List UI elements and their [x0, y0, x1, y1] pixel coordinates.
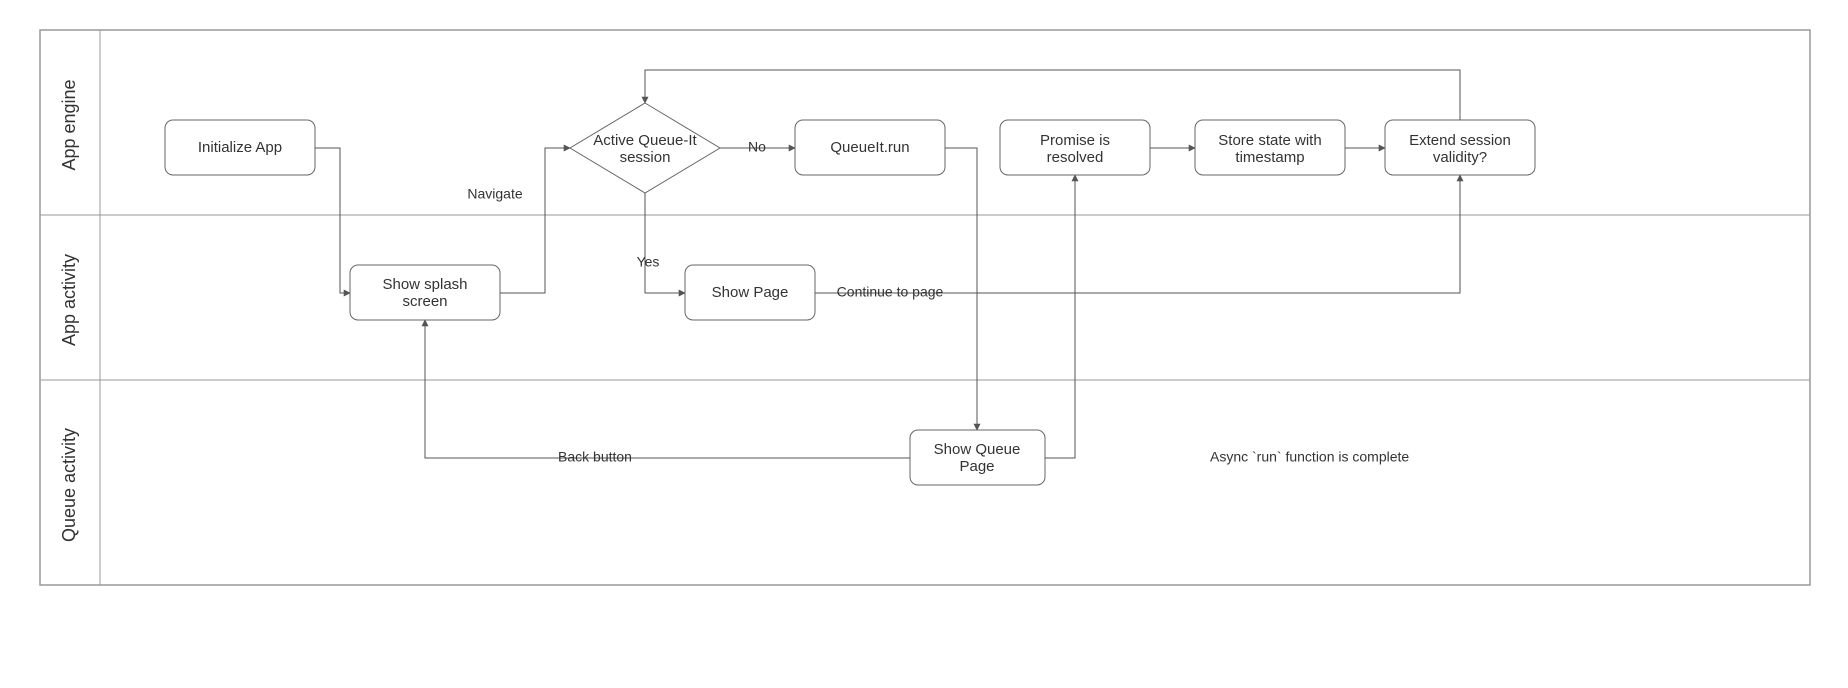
edge-run-to-queuepage	[945, 148, 977, 430]
svg-text:Extend session: Extend session	[1409, 132, 1511, 149]
edge-decision-yes	[645, 193, 685, 293]
node-queueit-run: QueueIt.run	[795, 120, 945, 175]
node-show-page: Show Page	[685, 265, 815, 320]
edge-label-async: Async `run` function is complete	[1210, 449, 1409, 465]
svg-text:QueueIt.run: QueueIt.run	[830, 139, 909, 156]
edge-queuepage-to-promise	[1045, 175, 1075, 458]
svg-text:Store state with: Store state with	[1218, 132, 1321, 149]
edge-label-continue: Continue to page	[837, 284, 944, 300]
edge-splash-to-decision	[500, 148, 570, 293]
diagram-outer-frame	[40, 30, 1810, 585]
svg-text:Initialize App: Initialize App	[198, 139, 282, 156]
svg-text:Promise is: Promise is	[1040, 132, 1110, 149]
svg-text:screen: screen	[402, 293, 447, 310]
svg-text:session: session	[620, 149, 671, 166]
edge-label-back: Back button	[558, 449, 632, 465]
svg-text:Show splash: Show splash	[382, 276, 467, 293]
svg-text:Active Queue-It: Active Queue-It	[593, 132, 697, 149]
node-extend-session: Extend session validity?	[1385, 120, 1535, 175]
svg-text:resolved: resolved	[1047, 149, 1104, 166]
edge-label-yes: Yes	[637, 254, 660, 270]
edge-showpage-to-extend	[815, 175, 1460, 293]
svg-text:Show Page: Show Page	[712, 284, 789, 301]
edge-init-to-splash	[315, 148, 350, 293]
svg-text:validity?: validity?	[1433, 149, 1487, 166]
lane-label-app-activity: App activity	[59, 254, 79, 346]
node-active-queueit-session: Active Queue-It session	[570, 103, 720, 193]
lane-label-app-engine: App engine	[59, 79, 79, 170]
node-show-splash: Show splash screen	[350, 265, 500, 320]
svg-text:Page: Page	[959, 458, 994, 475]
edge-extend-to-decision	[645, 70, 1460, 120]
node-initialize-app: Initialize App	[165, 120, 315, 175]
lane-label-queue-activity: Queue activity	[59, 428, 79, 542]
node-promise-resolved: Promise is resolved	[1000, 120, 1150, 175]
svg-text:timestamp: timestamp	[1235, 149, 1304, 166]
svg-text:Show Queue: Show Queue	[934, 441, 1021, 458]
edge-queuepage-back	[425, 320, 910, 458]
node-store-state: Store state with timestamp	[1195, 120, 1345, 175]
node-show-queue-page: Show Queue Page	[910, 430, 1045, 485]
swimlane-diagram: App engine App activity Queue activity I…	[0, 0, 1848, 688]
edge-label-navigate: Navigate	[467, 186, 522, 202]
edge-label-no: No	[748, 139, 766, 155]
